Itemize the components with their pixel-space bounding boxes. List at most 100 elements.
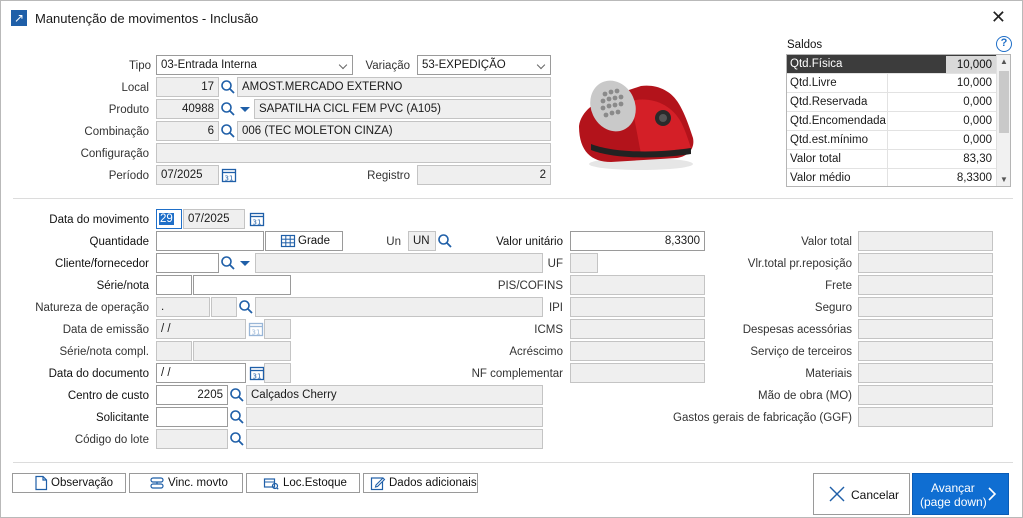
help-icon[interactable]: ? <box>996 36 1012 52</box>
uf-field <box>570 253 598 273</box>
search-icon[interactable] <box>229 409 245 425</box>
despesas-label: Despesas acessórias <box>742 324 852 336</box>
saldos-row[interactable]: Qtd.est.mínimo 0,000 <box>787 131 996 150</box>
nota-field[interactable] <box>193 275 291 295</box>
saldos-row[interactable]: Qtd.Encomendada 0,000 <box>787 112 996 131</box>
natureza-name-field <box>255 297 543 317</box>
solicitante-code-field[interactable] <box>156 407 228 427</box>
frete-label: Frete <box>825 280 852 292</box>
un-field[interactable]: UN <box>408 231 436 251</box>
periodo-label: Período <box>108 170 149 182</box>
dados-adicionais-button[interactable]: Dados adicionais <box>363 473 478 493</box>
observacao-label: Observação <box>51 477 114 489</box>
valor-unitario-field[interactable]: 8,3300 <box>570 231 705 251</box>
local-code-field[interactable]: 17 <box>156 77 219 97</box>
variacao-label: Variação <box>365 60 410 72</box>
centro-custo-label: Centro de custo <box>67 390 149 402</box>
saldos-row-value: 10,000 <box>956 77 992 89</box>
data-mov-month-field[interactable]: 07/2025 <box>183 209 245 229</box>
saldos-row[interactable]: Qtd.Reservada 0,000 <box>787 93 996 112</box>
scroll-down-icon[interactable]: ▼ <box>1000 175 1008 184</box>
scroll-up-icon[interactable]: ▲ <box>1000 57 1008 66</box>
search-icon[interactable] <box>220 79 236 95</box>
produto-label: Produto <box>108 104 149 116</box>
app-icon: ↗ <box>11 10 27 26</box>
search-icon[interactable] <box>229 431 245 447</box>
product-image <box>571 56 701 184</box>
nf-compl-field <box>570 363 705 383</box>
saldos-row[interactable]: Qtd.Livre 10,000 <box>787 74 996 93</box>
search-icon[interactable] <box>229 387 245 403</box>
saldos-row-label: Valor total <box>790 153 841 165</box>
document-icon <box>33 475 49 491</box>
saldos-row-value: 0,000 <box>963 134 992 146</box>
materiais-label: Materiais <box>805 368 852 380</box>
calendar-icon[interactable]: 31 <box>249 211 265 227</box>
calendar-icon[interactable]: 31 <box>249 365 265 381</box>
nf-compl-label: NF complementar <box>471 368 563 380</box>
quantidade-field[interactable] <box>156 231 264 251</box>
serie-nota-label: Série/nota <box>96 280 149 292</box>
search-icon[interactable] <box>220 101 236 117</box>
data-emissao-extra-field <box>264 319 291 339</box>
data-emissao-field: / / <box>156 319 246 339</box>
svg-text:31: 31 <box>253 373 262 381</box>
dropdown-arrow-icon[interactable] <box>237 255 253 271</box>
saldos-row[interactable]: Valor médio 8,3300 <box>787 169 996 186</box>
centro-custo-code-field[interactable]: 2205 <box>156 385 228 405</box>
configuracao-label: Configuração <box>80 148 149 160</box>
cliente-label: Cliente/fornecedor <box>55 258 149 270</box>
search-icon[interactable] <box>238 299 254 315</box>
search-icon[interactable] <box>220 123 236 139</box>
saldos-title: Saldos <box>787 39 823 51</box>
registro-field: 2 <box>417 165 551 185</box>
variacao-select[interactable]: 53-EXPEDIÇÃO <box>417 55 551 75</box>
uf-label: UF <box>547 258 563 270</box>
search-icon[interactable] <box>220 255 236 271</box>
produto-code-field[interactable]: 40988 <box>156 99 219 119</box>
saldos-scrollbar[interactable]: ▲ ▼ <box>996 55 1010 186</box>
saldos-row[interactable]: Valor total 83,30 <box>787 150 996 169</box>
combinacao-name-field: 006 (TEC MOLETON CINZA) <box>237 121 551 141</box>
periodo-field[interactable]: 07/2025 <box>156 165 219 185</box>
acrescimo-field <box>570 341 705 361</box>
search-icon[interactable] <box>437 233 453 249</box>
window-title: Manutenção de movimentos - Inclusão <box>35 11 259 26</box>
tipo-select[interactable]: 03-Entrada Interna <box>156 55 353 75</box>
saldos-grid: Qtd.Física 10,000 Qtd.Livre 10,000 Qtd.Res… <box>786 54 1011 187</box>
vlr-total-reposicao-field <box>858 253 993 273</box>
serie-compl-field <box>156 341 192 361</box>
cliente-code-field[interactable] <box>156 253 219 273</box>
svg-text:31: 31 <box>253 219 262 227</box>
observacao-button[interactable]: Observação <box>12 473 126 493</box>
dropdown-arrow-icon[interactable] <box>237 101 253 117</box>
pis-field <box>570 275 705 295</box>
scroll-thumb[interactable] <box>999 71 1009 133</box>
natureza-label: Natureza de operação <box>35 302 149 314</box>
calendar-icon[interactable]: 31 <box>221 167 237 183</box>
vinc-movto-button[interactable]: Vinc. movto <box>129 473 243 493</box>
link-icon <box>149 475 165 491</box>
frete-field <box>858 275 993 295</box>
solicitante-name-field <box>246 407 543 427</box>
data-mov-day-field[interactable]: 29 <box>156 209 182 229</box>
produto-name-field: SAPATILHA CICL FEM PVC (A105) <box>254 99 551 119</box>
codigo-lote-name-field <box>246 429 543 449</box>
saldos-row[interactable]: Qtd.Física 10,000 <box>787 55 996 74</box>
data-documento-field[interactable]: / / <box>156 363 246 383</box>
grade-button[interactable]: Grade <box>265 231 343 251</box>
tipo-label: Tipo <box>129 60 151 72</box>
svg-text:31: 31 <box>225 175 234 183</box>
cancel-button[interactable]: Cancelar <box>813 473 910 515</box>
pis-label: PIS/COFINS <box>497 280 563 292</box>
loc-estoque-button[interactable]: Loc.Estoque <box>246 473 360 493</box>
close-icon[interactable]: ✕ <box>991 7 1006 28</box>
advance-sublabel: (page down) <box>920 495 987 509</box>
advance-label: Avançar <box>931 481 975 495</box>
saldos-row-value: 10,000 <box>946 56 996 73</box>
combinacao-code-field[interactable]: 6 <box>156 121 219 141</box>
advance-button[interactable]: Avançar (page down) <box>912 473 1009 515</box>
serie-field[interactable] <box>156 275 192 295</box>
registro-label: Registro <box>367 170 410 182</box>
edit-icon <box>370 475 386 491</box>
